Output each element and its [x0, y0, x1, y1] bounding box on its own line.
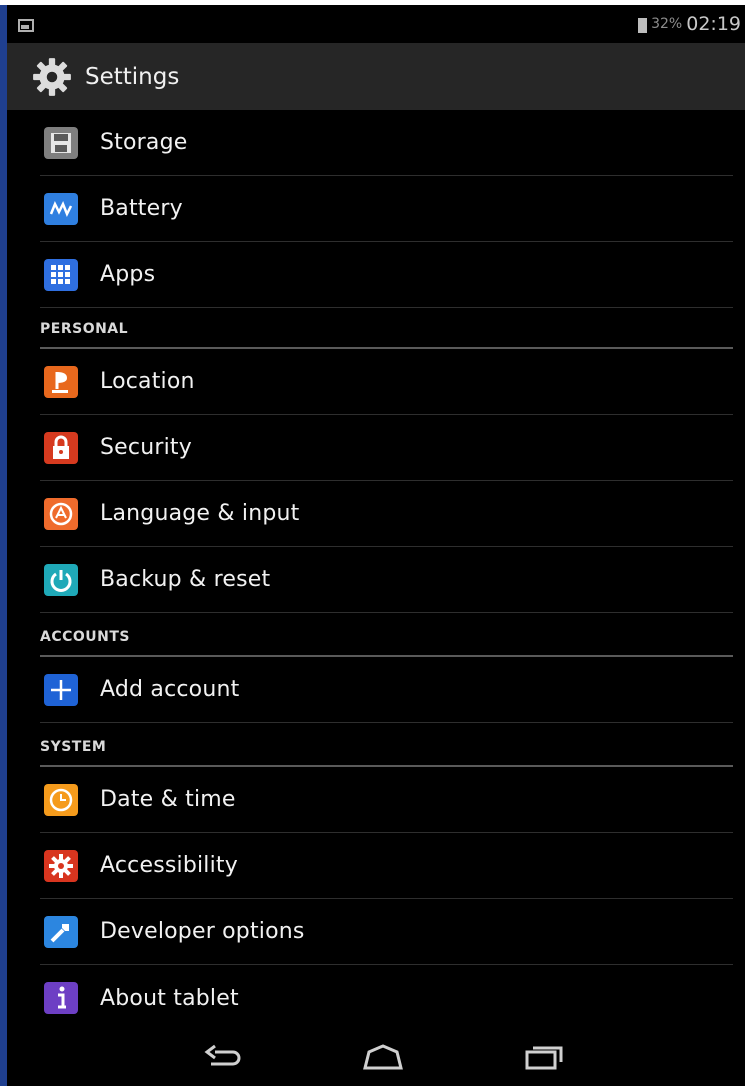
gear-icon[interactable] [31, 56, 73, 98]
language-icon [44, 497, 78, 530]
status-indicators: 32% 02:19 [638, 13, 741, 35]
settings-item-language[interactable]: Language & input [40, 481, 733, 547]
settings-item-label: Language & input [100, 501, 300, 526]
notification-icon [18, 19, 34, 32]
settings-item-label: Backup & reset [100, 567, 271, 592]
clock-icon [44, 783, 78, 816]
settings-item-backup[interactable]: Backup & reset [40, 547, 733, 613]
settings-item-label: Security [100, 435, 192, 460]
status-clock: 02:19 [686, 13, 741, 35]
section-header-system: SYSTEM [40, 723, 733, 767]
settings-item-label: Developer options [100, 919, 305, 944]
location-icon [44, 365, 78, 398]
section-header-accounts: ACCOUNTS [40, 613, 733, 657]
device-screen: 32% 02:19 Settings Storage Battery Apps … [7, 5, 745, 1086]
settings-list: Storage Battery Apps PERSONAL Location S… [7, 110, 745, 1031]
recent-apps-icon[interactable] [513, 1038, 573, 1078]
settings-item-developer-options[interactable]: Developer options [40, 899, 733, 965]
device-frame-edge [0, 5, 7, 1086]
settings-item-label: Add account [100, 677, 240, 702]
back-icon[interactable] [193, 1038, 253, 1078]
settings-item-security[interactable]: Security [40, 415, 733, 481]
settings-item-label: Storage [100, 130, 188, 155]
settings-item-label: Location [100, 369, 195, 394]
settings-item-accessibility[interactable]: Accessibility [40, 833, 733, 899]
settings-item-location[interactable]: Location [40, 349, 733, 415]
lock-icon [44, 431, 78, 464]
storage-icon [44, 126, 78, 159]
settings-item-label: Accessibility [100, 853, 238, 878]
action-bar: Settings [7, 43, 745, 110]
backup-icon [44, 563, 78, 596]
battery-status-icon [638, 15, 648, 33]
settings-item-label: Battery [100, 196, 183, 221]
settings-item-label: Apps [100, 262, 156, 287]
settings-item-label: Date & time [100, 787, 236, 812]
settings-item-add-account[interactable]: Add account [40, 657, 733, 723]
info-icon [44, 982, 78, 1014]
battery-percent: 32% [651, 16, 683, 32]
navigation-bar [7, 1030, 745, 1086]
settings-item-about-tablet[interactable]: About tablet [40, 965, 733, 1031]
settings-item-date-time[interactable]: Date & time [40, 767, 733, 833]
settings-item-label: About tablet [100, 985, 239, 1011]
settings-item-battery[interactable]: Battery [40, 176, 733, 242]
settings-item-apps[interactable]: Apps [40, 242, 733, 308]
add-icon [44, 673, 78, 706]
apps-icon [44, 258, 78, 291]
developer-icon [44, 915, 78, 948]
accessibility-icon [44, 849, 78, 882]
settings-item-storage[interactable]: Storage [40, 110, 733, 176]
home-icon[interactable] [353, 1038, 413, 1078]
battery-icon [44, 192, 78, 225]
section-header-personal: PERSONAL [40, 308, 733, 349]
page-title: Settings [85, 63, 180, 90]
status-bar: 32% 02:19 [7, 5, 745, 43]
